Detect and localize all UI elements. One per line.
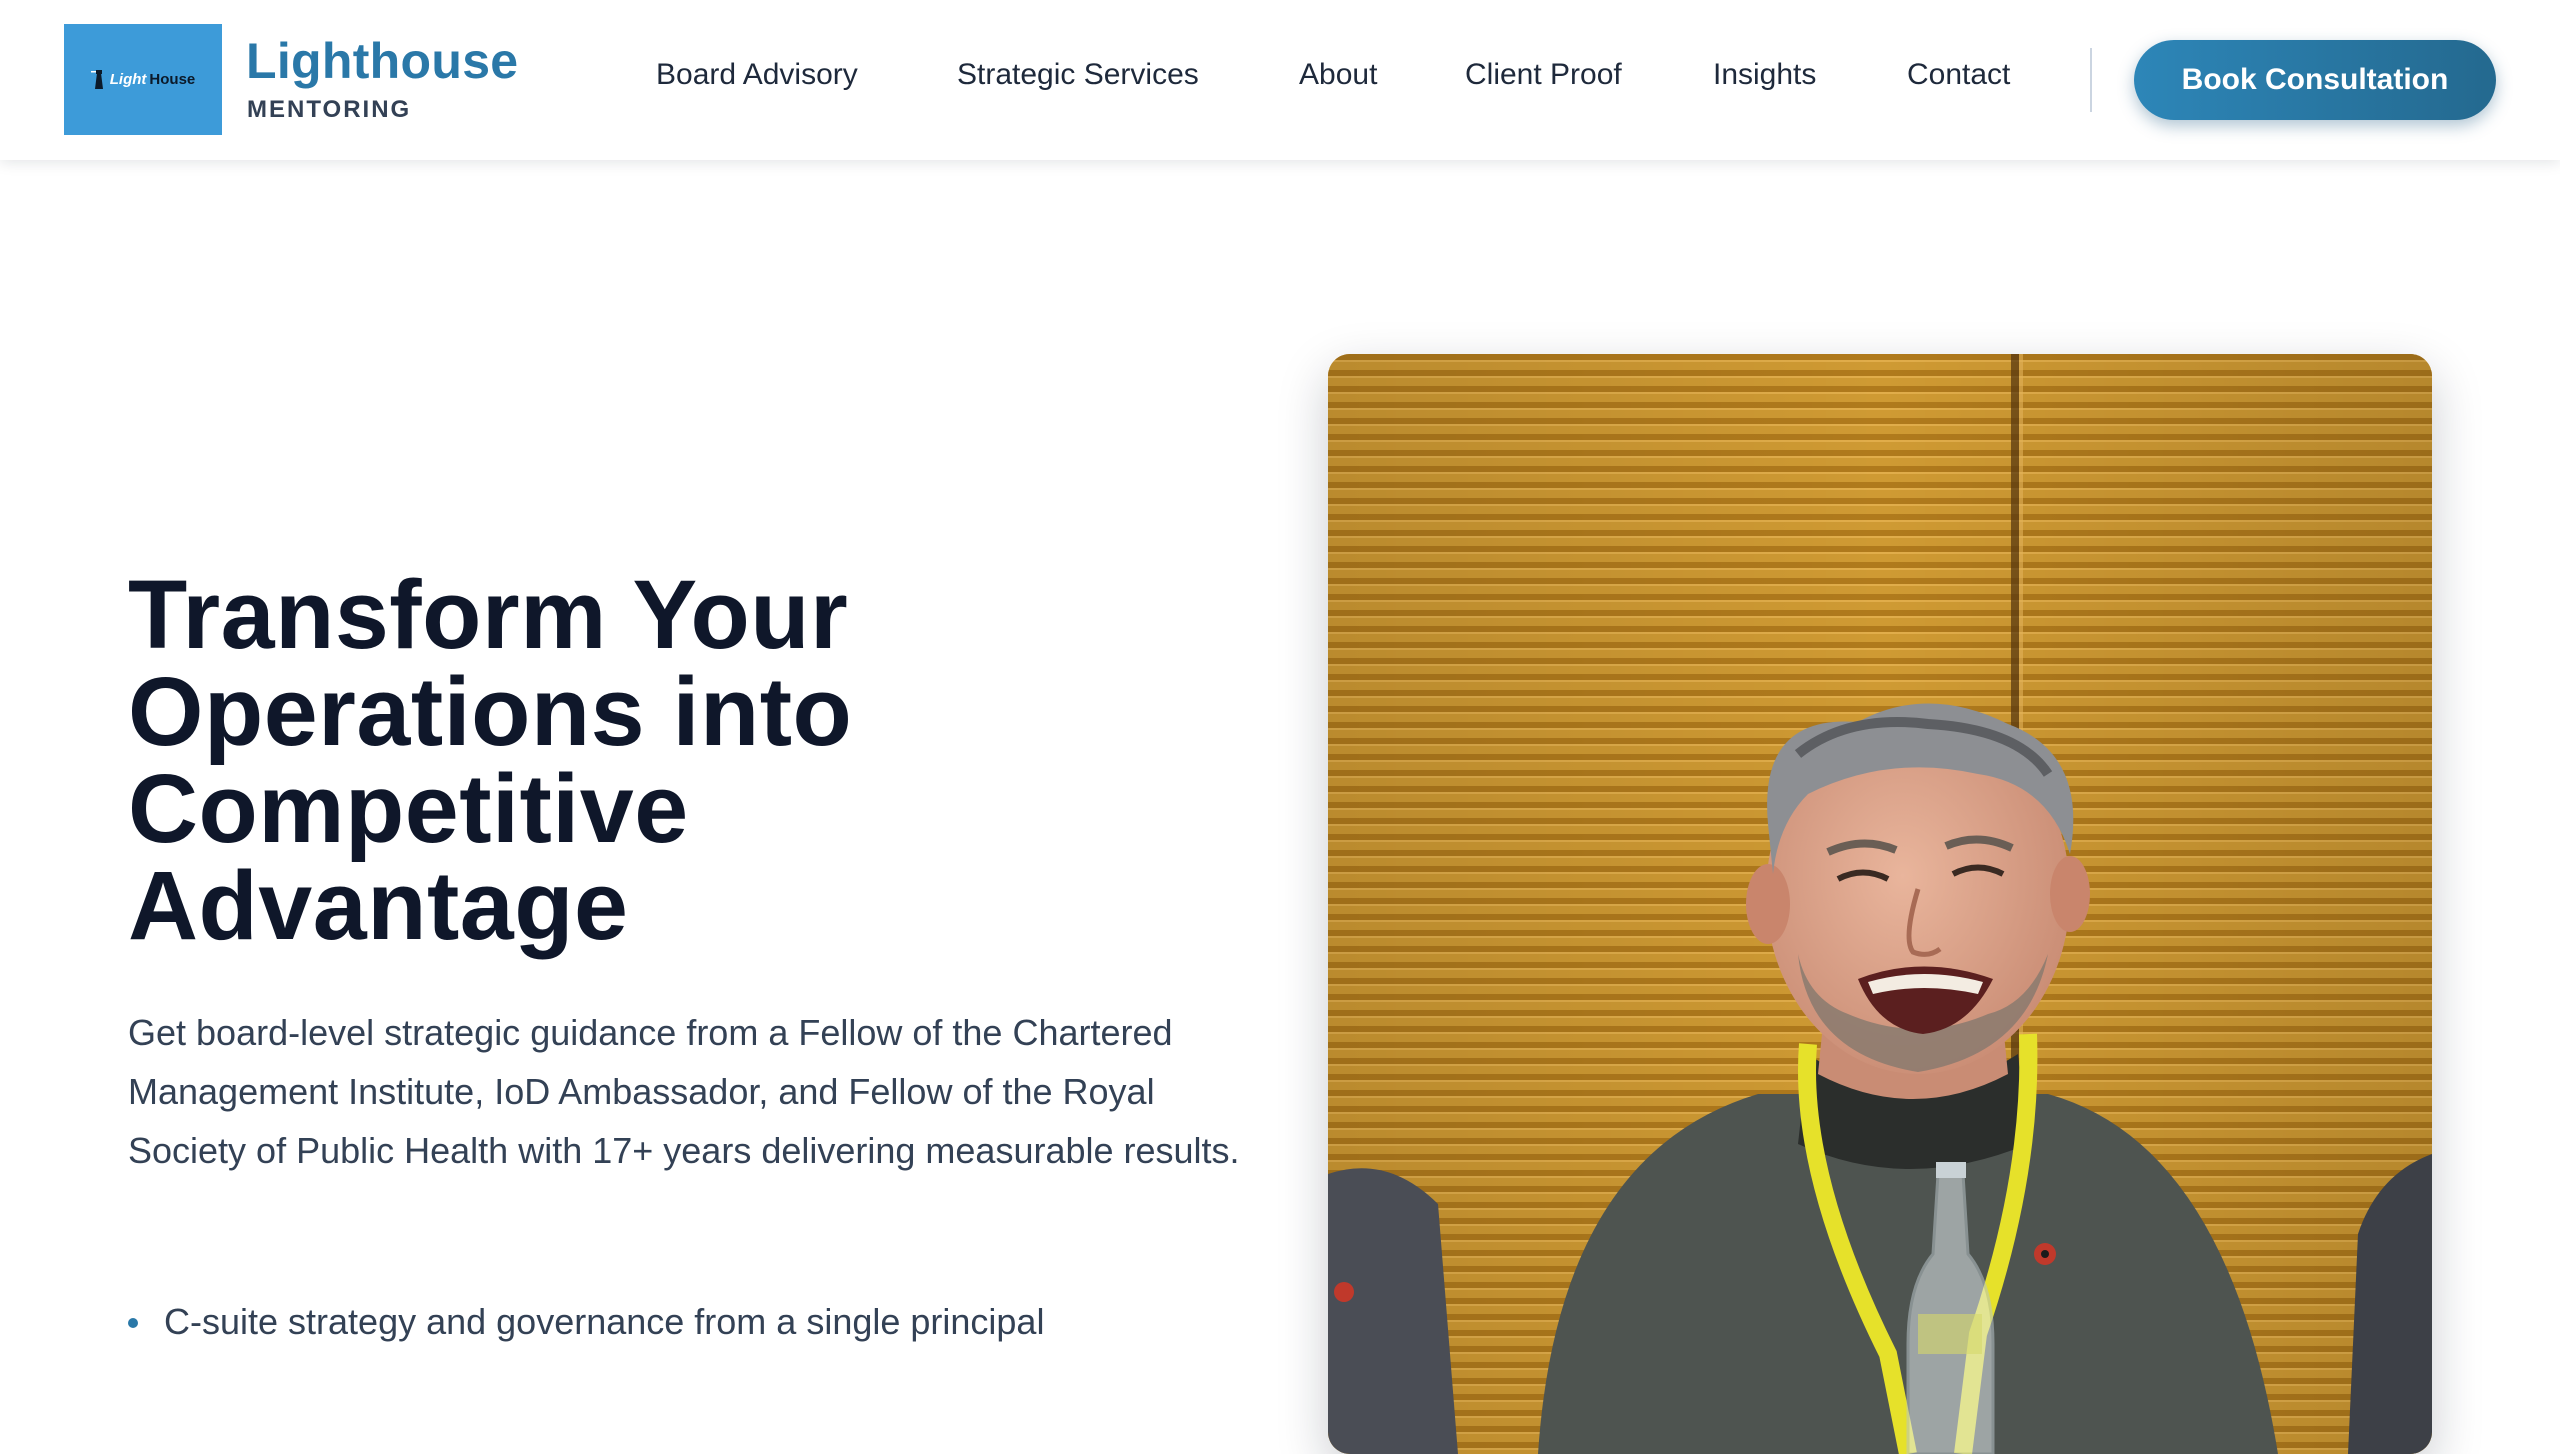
hero-title: Transform Your Operations into Competiti… — [128, 566, 1228, 954]
hero-bullet-list: C-suite strategy and governance from a s… — [128, 1298, 1044, 1346]
lighthouse-icon — [90, 69, 103, 89]
brand-name[interactable]: Lighthouse — [246, 32, 518, 90]
book-consultation-button[interactable]: Book Consultation — [2134, 40, 2496, 120]
logo-mark: Light House — [90, 69, 196, 91]
logo-text-house: House — [149, 71, 196, 88]
nav-board-advisory[interactable]: Board Advisory — [656, 58, 858, 92]
nav-about[interactable]: About — [1299, 58, 1377, 92]
brand-subtitle: MENTORING — [247, 96, 412, 123]
nav-client-proof[interactable]: Client Proof — [1465, 58, 1622, 92]
hero-photo — [1328, 354, 2432, 1454]
list-item-text: C-suite strategy and governance from a s… — [164, 1301, 1045, 1342]
hero-title-line: Advantage — [128, 851, 629, 960]
hero-title-line: Competitive — [128, 754, 689, 863]
logo[interactable]: Light House — [64, 24, 222, 135]
hero-title-line: Transform Your — [128, 560, 849, 669]
site-header: Light House Lighthouse MENTORING Board Ad… — [0, 0, 2560, 160]
bullet-dot-icon — [128, 1318, 138, 1328]
nav-strategic-services[interactable]: Strategic Services — [957, 58, 1199, 92]
hero-title-line: Operations into — [128, 657, 853, 766]
nav-contact[interactable]: Contact — [1907, 58, 2010, 92]
hero-description: Get board-level strategic guidance from … — [128, 1012, 1240, 1171]
nav-divider — [2090, 48, 2092, 112]
list-item: C-suite strategy and governance from a s… — [128, 1298, 1044, 1346]
logo-text-light: Light — [109, 71, 147, 88]
portrait-photo — [1328, 354, 2432, 1454]
nav-insights[interactable]: Insights — [1713, 58, 1816, 92]
